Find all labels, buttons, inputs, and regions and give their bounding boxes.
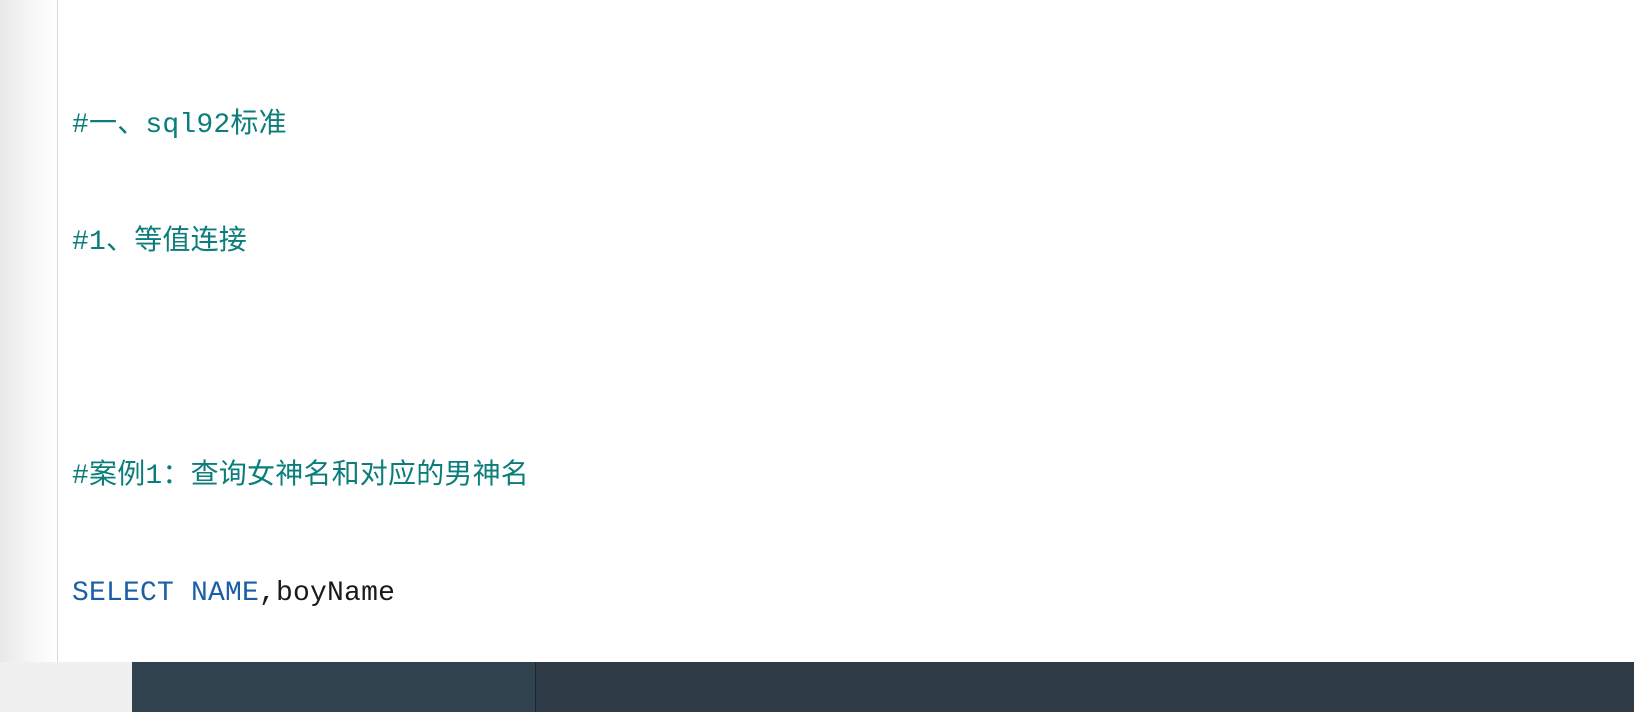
line-gutter[interactable] <box>0 0 58 662</box>
comment-text: #案例1：查询女神名和对应的男神名 <box>72 457 529 496</box>
status-tab-3[interactable] <box>337 662 536 712</box>
code-area[interactable]: #一、sql92标准 #1、等值连接 #案例1：查询女神名和对应的男神名 SEL… <box>58 0 1634 662</box>
keyword-name: NAME <box>174 574 259 613</box>
sql-editor: #一、sql92标准 #1、等值连接 #案例1：查询女神名和对应的男神名 SEL… <box>0 0 1634 662</box>
code-line: #案例1：查询女神名和对应的男神名 <box>72 457 1634 496</box>
keyword-select: SELECT <box>72 574 174 613</box>
code-line: SELECT NAME,boyName <box>72 574 1634 613</box>
comment-text: #1、等值连接 <box>72 223 247 262</box>
code-line: #1、等值连接 <box>72 223 1634 262</box>
status-bar <box>0 662 1634 712</box>
code-line <box>72 340 1634 379</box>
code-text: ,boyName <box>259 574 395 613</box>
status-tab-2[interactable] <box>132 662 338 712</box>
comment-text: #一、sql92标准 <box>72 106 287 145</box>
status-tab-1[interactable] <box>0 662 133 712</box>
code-line: #一、sql92标准 <box>72 106 1634 145</box>
